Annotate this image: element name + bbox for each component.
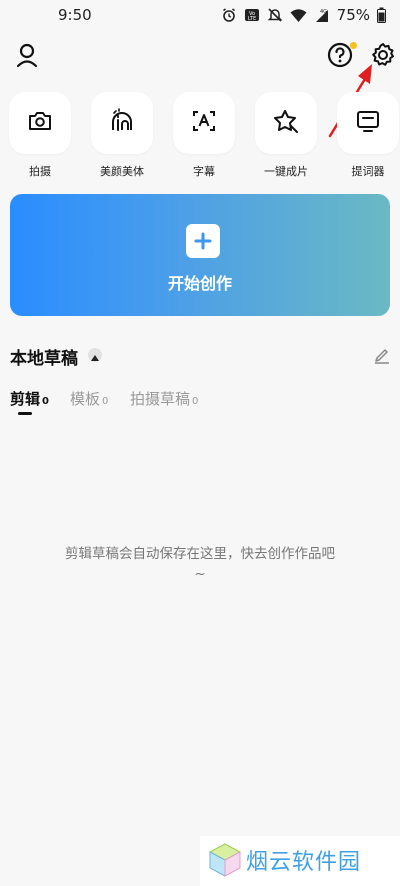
svg-text:4G: 4G	[320, 9, 327, 15]
svg-text:LTE: LTE	[248, 16, 256, 22]
tab-count: 0	[42, 396, 49, 407]
person-icon	[15, 42, 39, 72]
status-bar: 9:50 Vo LTE 4G 75%	[0, 0, 400, 30]
signal-icon: 4G	[314, 7, 330, 23]
profile-button[interactable]	[12, 42, 42, 72]
teleprompter-icon	[355, 108, 381, 138]
camera-icon	[27, 109, 53, 137]
tab-count: 0	[102, 396, 109, 407]
watermark-text: 烟云软件园	[246, 850, 362, 875]
tool-beauty[interactable]: 美颜美体	[90, 92, 154, 179]
volte-icon: Vo LTE	[244, 7, 260, 23]
tab-shoot-drafts[interactable]: 拍摄草稿 0	[130, 388, 198, 409]
mute-icon	[267, 7, 283, 23]
tool-label: 一键成片	[264, 165, 308, 178]
alarm-icon	[221, 7, 237, 23]
tab-edit[interactable]: 剪辑 0	[10, 388, 49, 409]
pencil-icon	[374, 349, 390, 368]
tool-one-click[interactable]: 一键成片	[254, 92, 318, 179]
status-time: 9:50	[58, 6, 92, 24]
tool-teleprompter[interactable]: 提词器	[336, 92, 400, 179]
wifi-icon	[290, 8, 307, 23]
beauty-icon	[109, 108, 135, 138]
tool-label: 美颜美体	[100, 165, 144, 178]
subtitle-icon	[191, 108, 217, 138]
tool-label: 拍摄	[29, 165, 51, 178]
drafts-header: 本地草稿	[10, 344, 390, 369]
tools-row: 拍摄 美颜美体 字幕 一键成片 提词器	[0, 92, 400, 182]
battery-icon	[377, 7, 386, 23]
triangle-up-icon	[91, 346, 99, 365]
cube-logo-icon	[208, 842, 242, 882]
status-icons: Vo LTE 4G 75%	[221, 6, 386, 24]
empty-state-line: 剪辑草稿会自动保存在这里，快去创作作品吧	[65, 546, 335, 562]
active-tab-indicator	[18, 412, 32, 415]
battery-percent: 75%	[336, 6, 370, 24]
tab-label: 模板	[70, 390, 101, 408]
empty-state-tilde: ~	[194, 566, 206, 582]
tab-label: 拍摄草稿	[130, 390, 191, 408]
watermark: 烟云软件园	[200, 836, 400, 886]
drafts-tabs: 剪辑 0 模板 0 拍摄草稿 0	[10, 388, 390, 415]
tab-template[interactable]: 模板 0	[70, 388, 108, 409]
empty-state-text: 剪辑草稿会自动保存在这里，快去创作作品吧 ~	[0, 544, 400, 584]
drafts-title: 本地草稿	[10, 349, 78, 369]
tab-label: 剪辑	[10, 390, 41, 408]
tab-count: 0	[192, 396, 199, 407]
start-create-button[interactable]: 开始创作	[10, 194, 390, 316]
start-create-label: 开始创作	[167, 274, 232, 293]
notification-dot	[350, 42, 357, 49]
collapse-toggle-button[interactable]	[88, 348, 102, 362]
tool-camera[interactable]: 拍摄	[8, 92, 72, 179]
edit-drafts-button[interactable]	[374, 346, 390, 368]
plus-icon	[186, 224, 220, 258]
tool-label: 提词器	[351, 165, 385, 178]
magic-icon	[273, 108, 299, 138]
tool-label: 字幕	[193, 165, 215, 178]
tool-subtitle[interactable]: 字幕	[172, 92, 236, 179]
